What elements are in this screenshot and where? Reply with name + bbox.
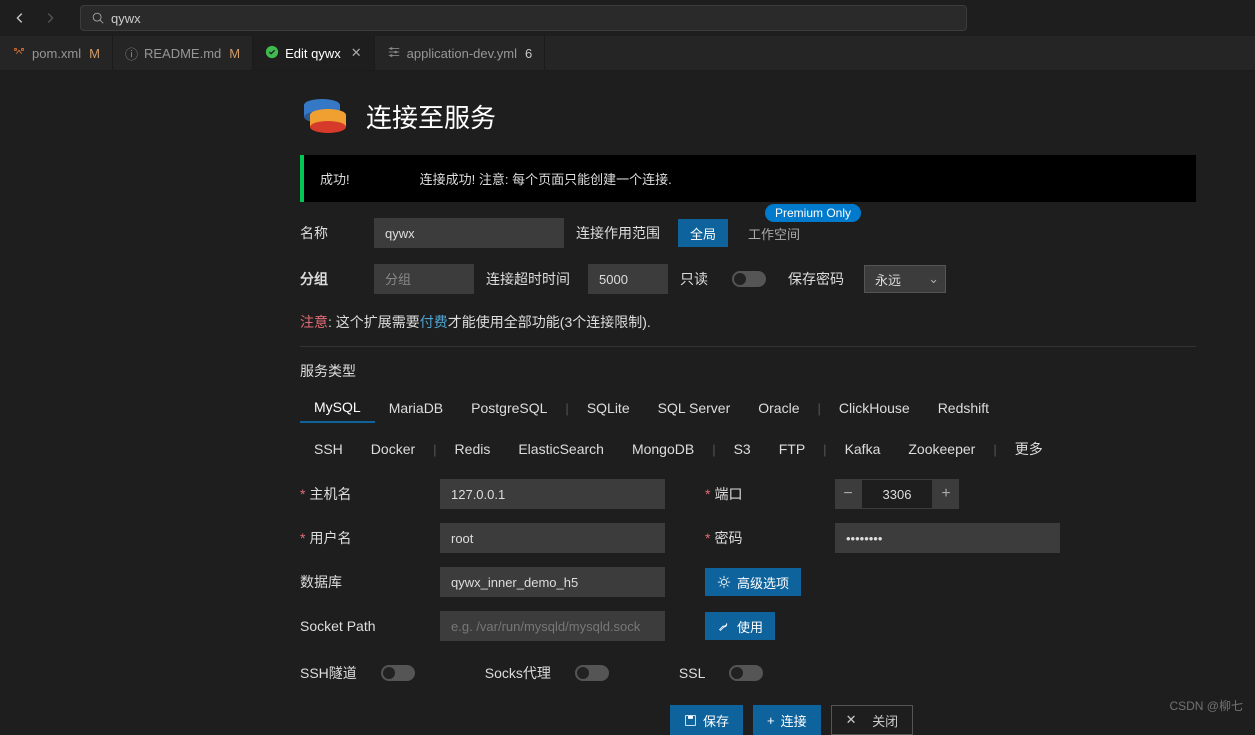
group-input[interactable] [374, 264, 474, 294]
host-label: 主机名 [309, 484, 351, 504]
name-label: 名称 [300, 223, 362, 243]
tab-pom[interactable]: pom.xml M [0, 36, 113, 70]
tab-edit-qywx[interactable]: Edit qywx ✕ [253, 36, 375, 70]
tab-appdev[interactable]: application-dev.yml 6 [375, 36, 546, 70]
ssl-toggle[interactable] [729, 665, 763, 681]
host-input[interactable] [440, 479, 665, 509]
db-input[interactable] [440, 567, 665, 597]
db-label: 数据库 [300, 572, 342, 592]
type-kafka[interactable]: Kafka [831, 435, 895, 463]
type-ssh[interactable]: SSH [300, 435, 357, 463]
success-alert: 成功! 连接成功! 注意: 每个页面只能创建一个连接. [300, 155, 1196, 202]
socket-label: Socket Path [300, 618, 376, 634]
readonly-label: 只读 [680, 269, 720, 289]
scope-label: 连接作用范围 [576, 223, 666, 243]
timeout-input[interactable] [588, 264, 668, 294]
info-icon: ⓘ [125, 44, 138, 63]
command-search[interactable]: qywx [80, 5, 967, 31]
port-increment[interactable]: + [933, 479, 959, 509]
port-decrement[interactable]: − [835, 479, 861, 509]
group-label: 分组 [300, 269, 362, 289]
type-sqlite[interactable]: SQLite [573, 394, 644, 422]
connect-button[interactable]: + 连接 [753, 705, 821, 735]
scope-global-button[interactable]: 全局 [678, 219, 728, 247]
type-redis[interactable]: Redis [441, 435, 505, 463]
pay-link[interactable]: 付费 [420, 314, 448, 330]
type-elasticsearch[interactable]: ElasticSearch [504, 435, 618, 463]
type-mariadb[interactable]: MariaDB [375, 394, 457, 422]
service-type-row2: SSH Docker | Redis ElasticSearch MongoDB… [300, 433, 1220, 465]
type-s3[interactable]: S3 [720, 435, 765, 463]
save-icon [684, 714, 697, 727]
type-clickhouse[interactable]: ClickHouse [825, 394, 924, 422]
type-sqlserver[interactable]: SQL Server [644, 394, 745, 422]
service-type-row1: MySQL MariaDB PostgreSQL | SQLite SQL Se… [300, 393, 1220, 423]
database-icon [300, 95, 350, 137]
pwd-label: 密码 [714, 528, 742, 548]
check-circle-icon [265, 45, 279, 62]
close-button[interactable]: ✕ 关闭 [831, 705, 914, 735]
plus-icon: + [767, 713, 775, 728]
nav-forward-icon[interactable] [38, 6, 62, 30]
wrench-icon [717, 619, 731, 633]
close-x-icon: ✕ [846, 712, 857, 728]
type-ftp[interactable]: FTP [765, 435, 819, 463]
search-value: qywx [111, 11, 141, 26]
advanced-button[interactable]: 高级选项 [705, 568, 801, 596]
ssl-label: SSL [679, 665, 705, 681]
settings-lines-icon [387, 45, 401, 62]
socks-toggle[interactable] [575, 665, 609, 681]
gear-icon [717, 575, 731, 589]
topbar: qywx [0, 0, 1255, 36]
main-content: 连接至服务 成功! 连接成功! 注意: 每个页面只能创建一个连接. 名称 连接作… [0, 71, 1200, 735]
type-mongodb[interactable]: MongoDB [618, 435, 708, 463]
editor-tabs: pom.xml M ⓘ README.md M Edit qywx ✕ appl… [0, 36, 1255, 71]
close-icon[interactable]: ✕ [351, 45, 362, 61]
port-label: 端口 [714, 484, 742, 504]
readonly-toggle[interactable] [732, 271, 766, 287]
xml-icon [12, 45, 26, 62]
page-title: 连接至服务 [366, 98, 496, 135]
service-type-label: 服务类型 [300, 361, 1200, 381]
premium-notice: 注意: 这个扩展需要付费才能使用全部功能(3个连接限制). [300, 312, 1200, 332]
use-button[interactable]: 使用 [705, 612, 775, 640]
save-button[interactable]: 保存 [670, 705, 743, 735]
pwd-input[interactable] [835, 523, 1060, 553]
alert-message: 连接成功! 注意: 每个页面只能创建一个连接. [420, 169, 672, 188]
scope-workspace-button[interactable]: 工作空间 [740, 219, 808, 247]
timeout-label: 连接超时时间 [486, 269, 576, 289]
type-postgresql[interactable]: PostgreSQL [457, 394, 561, 422]
type-docker[interactable]: Docker [357, 435, 429, 463]
tab-readme[interactable]: ⓘ README.md M [113, 36, 253, 70]
type-more[interactable]: 更多 [1001, 433, 1057, 465]
type-mysql[interactable]: MySQL [300, 393, 375, 423]
user-label: 用户名 [309, 528, 351, 548]
socks-label: Socks代理 [485, 663, 551, 683]
type-zookeeper[interactable]: Zookeeper [894, 435, 989, 463]
ssh-label: SSH隧道 [300, 663, 357, 683]
premium-badge: Premium Only [765, 204, 861, 222]
watermark: CSDN @柳七 [1169, 697, 1243, 714]
ssh-toggle[interactable] [381, 665, 415, 681]
type-redshift[interactable]: Redshift [924, 394, 1003, 422]
savepwd-label: 保存密码 [788, 269, 852, 289]
port-input[interactable] [861, 479, 933, 509]
name-input[interactable] [374, 218, 564, 248]
user-input[interactable] [440, 523, 665, 553]
socket-input[interactable] [440, 611, 665, 641]
nav-back-icon[interactable] [8, 6, 32, 30]
search-icon [91, 11, 105, 25]
type-oracle[interactable]: Oracle [744, 394, 813, 422]
alert-success-label: 成功! [320, 169, 350, 188]
savepwd-select[interactable]: 永远 [864, 265, 946, 293]
